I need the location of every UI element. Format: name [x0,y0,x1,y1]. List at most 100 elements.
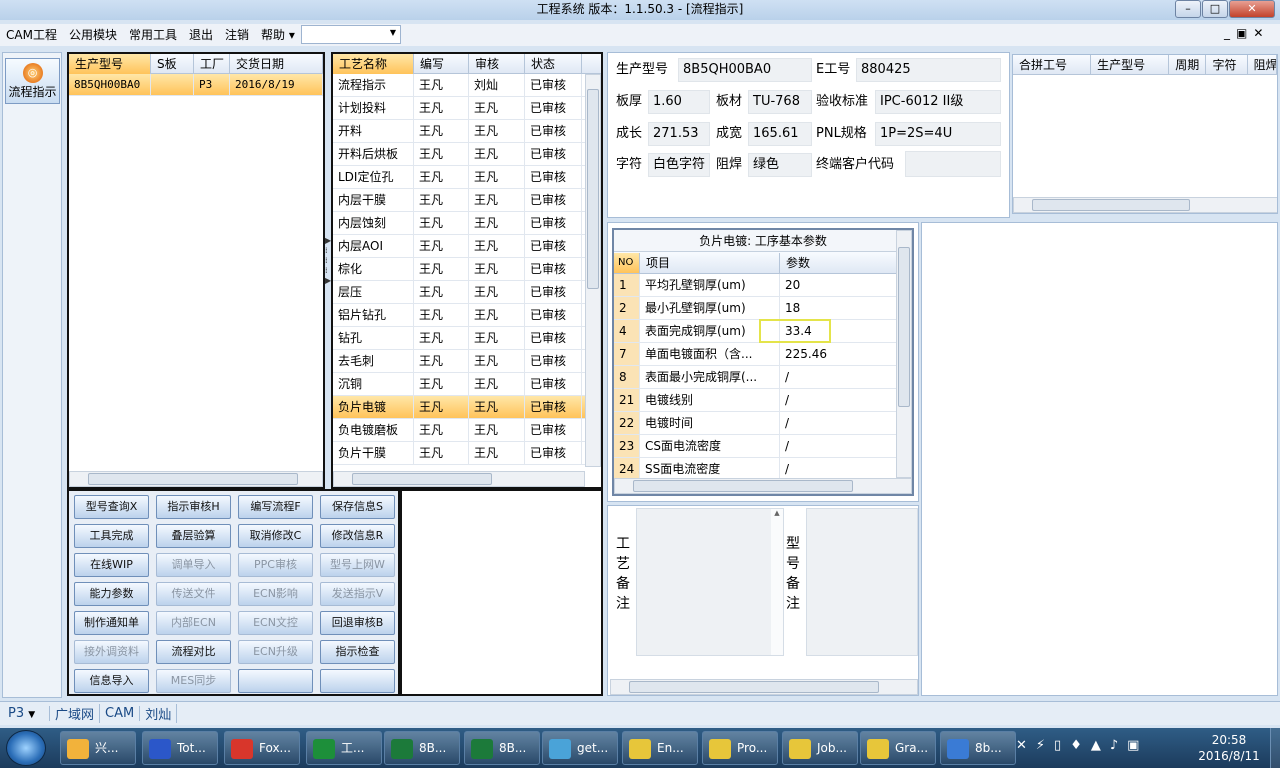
process-notes-textarea[interactable]: ▲ [636,508,784,656]
action-button[interactable]: 编写流程F [238,495,313,519]
action-button[interactable]: 工具完成 [74,524,149,548]
col-prod-model[interactable]: 生产型号 [69,53,151,74]
action-button[interactable]: ECN文控 [238,611,313,635]
model-grid-hscrollbar[interactable] [69,471,323,487]
show-desktop-button[interactable] [1270,728,1280,768]
process-grid-vscrollbar[interactable] [585,74,601,467]
action-button[interactable] [238,669,313,693]
action-button[interactable] [320,669,395,693]
menu-tools[interactable]: 常用工具 [123,24,183,46]
tray-icon[interactable]: ▯ [1054,738,1070,753]
clock[interactable]: 20:58 2016/8/11 [1190,732,1268,764]
mdi-restore-button[interactable]: ▣ [1236,26,1253,40]
field-customer-code[interactable] [905,151,1001,177]
table-row[interactable]: 去毛刺 王凡 王凡 已审核 [333,350,601,373]
action-button[interactable]: 保存信息S [320,495,395,519]
mdi-minimize-button[interactable]: _ [1224,26,1236,40]
table-row[interactable]: 流程指示 王凡 刘灿 已审核 [333,74,601,97]
field-material[interactable]: TU-768 [748,90,812,114]
param-grid-hscrollbar[interactable] [614,478,912,494]
menu-cam[interactable]: CAM工程 [0,24,63,46]
action-button[interactable]: 型号查询X [74,495,149,519]
scroll-thumb[interactable] [633,480,853,492]
table-row[interactable]: 开料 王凡 王凡 已审核 [333,120,601,143]
col-cycle[interactable]: 周期 [1169,55,1207,75]
taskbar-app-button[interactable]: 兴... [60,731,136,765]
col-reviewer[interactable]: 审核 [469,54,525,74]
action-button[interactable]: 信息导入 [74,669,149,693]
action-button[interactable]: PPC审核 [238,553,313,577]
action-button[interactable]: 制作通知单 [74,611,149,635]
scroll-thumb[interactable] [898,247,910,407]
model-notes-textarea[interactable] [806,508,918,656]
network-icon[interactable]: ▣ [1127,738,1148,753]
tray-icon[interactable]: ✕ [1016,738,1036,753]
table-row[interactable]: 7 单面电镀面积（含... 225.46 [614,343,912,366]
close-button[interactable]: ✕ [1229,0,1275,18]
col-s-board[interactable]: S板 [151,53,194,74]
start-button[interactable] [6,730,46,766]
action-button[interactable]: 发送指示V [320,582,395,606]
notes-hscrollbar[interactable] [610,679,918,695]
taskbar-app-button[interactable]: Gra... [860,731,936,765]
field-acceptance-std[interactable]: IPC-6012 II级 [875,90,1001,114]
process-instruction-nav-button[interactable]: ◎ 流程指示 [5,58,60,104]
table-row[interactable]: 22 电镀时间 / [614,412,912,435]
col-merge-no[interactable]: 合拼工号 [1013,55,1092,75]
action-button[interactable]: 叠层验算 [156,524,231,548]
tray-icon[interactable]: ▲ [1091,738,1110,753]
table-row[interactable]: 内层AOI 王凡 王凡 已审核 [333,235,601,258]
table-row[interactable]: 21 电镀线别 / [614,389,912,412]
table-row[interactable]: 2 最小孔壁铜厚(um) 18 [614,297,912,320]
col-char[interactable]: 字符 [1206,55,1248,75]
menu-exit[interactable]: 退出 [183,24,219,46]
taskbar-app-button[interactable]: get... [542,731,618,765]
field-prod-model[interactable]: 8B5QH00BA0 [678,58,812,82]
table-row[interactable]: 23 CS面电流密度 / [614,435,912,458]
process-grid-hscrollbar[interactable] [333,471,585,487]
taskbar-app-button[interactable]: 工... [306,731,382,765]
action-button[interactable]: 指示审核H [156,495,231,519]
menu-help[interactable]: 帮助 ▾ [255,24,301,46]
action-button[interactable]: 内部ECN [156,611,231,635]
table-row[interactable]: 棕化 王凡 王凡 已审核 [333,258,601,281]
table-row[interactable]: 开料后烘板 王凡 王凡 已审核 [333,143,601,166]
action-button[interactable]: ECN升级 [238,640,313,664]
table-row[interactable]: 负片干膜 王凡 王凡 已审核 [333,442,601,465]
field-width[interactable]: 165.61 [748,122,812,146]
field-character[interactable]: 白色字符 [648,153,710,177]
taskbar-app-button[interactable]: 8b... [940,731,1016,765]
action-button[interactable]: 接外调资料 [74,640,149,664]
table-row[interactable]: 内层干膜 王凡 王凡 已审核 [333,189,601,212]
action-button[interactable]: 调单导入 [156,553,231,577]
field-thickness[interactable]: 1.60 [648,90,710,114]
table-row[interactable]: 负片电镀 王凡 王凡 已审核 [333,396,601,419]
field-pnl-spec[interactable]: 1P=2S=4U [875,122,1001,146]
scroll-thumb[interactable] [587,89,599,289]
col-author[interactable]: 编写 [414,54,469,74]
action-button[interactable]: 回退审核B [320,611,395,635]
table-row[interactable]: 沉铜 王凡 王凡 已审核 [333,373,601,396]
action-button[interactable]: 修改信息R [320,524,395,548]
table-row[interactable]: 层压 王凡 王凡 已审核 [333,281,601,304]
mdi-close-button[interactable]: ✕ [1253,26,1269,40]
menu-combo-box[interactable]: ▼ [301,25,401,44]
table-row[interactable]: 1 平均孔壁铜厚(um) 20 [614,274,912,297]
col-no[interactable]: NO [614,252,640,273]
col-param[interactable]: 参数 [780,252,898,273]
taskbar-app-button[interactable]: Fox... [224,731,300,765]
taskbar-app-button[interactable]: Tot... [142,731,218,765]
action-button[interactable]: 传送文件 [156,582,231,606]
notes-scrollbar[interactable]: ▲ [771,509,783,655]
field-length[interactable]: 271.53 [648,122,710,146]
action-button[interactable]: 流程对比 [156,640,231,664]
tray-icon[interactable]: ⚡ [1036,738,1054,753]
taskbar-app-button[interactable]: 8B... [464,731,540,765]
taskbar-app-button[interactable]: Job... [782,731,858,765]
action-button[interactable]: MES同步 [156,669,231,693]
taskbar-app-button[interactable]: 8B... [384,731,460,765]
scroll-thumb[interactable] [629,681,879,693]
action-button[interactable]: 在线WIP [74,553,149,577]
table-row[interactable]: 8 表面最小完成铜厚(... / [614,366,912,389]
field-solder-mask[interactable]: 绿色 [748,153,812,177]
